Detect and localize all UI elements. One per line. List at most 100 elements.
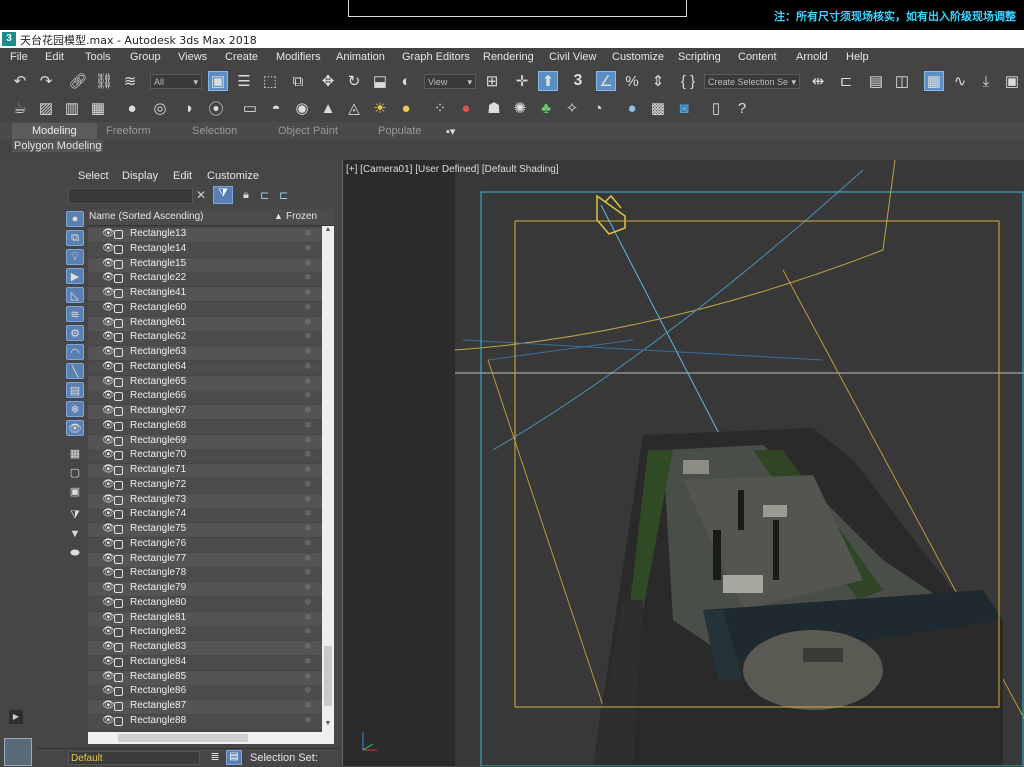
light-icon[interactable]: ● (122, 98, 142, 118)
list-item[interactable]: 👁︎ Rectangle70 ❄ (88, 449, 322, 464)
visibility-icon[interactable]: 👁︎ (102, 626, 115, 637)
visibility-icon[interactable]: 👁︎ (102, 597, 115, 608)
hscroll-thumb[interactable] (118, 734, 248, 742)
visibility-icon[interactable]: 👁︎ (102, 258, 115, 269)
visibility-icon[interactable]: 👁︎ (102, 287, 115, 298)
gauge-icon[interactable]: ◔ (588, 98, 608, 118)
tab-modeling[interactable]: Modeling (12, 123, 97, 139)
menu-arnold[interactable]: Arnold (796, 51, 828, 63)
menu-edit[interactable]: Edit (45, 51, 64, 63)
schematic-view-icon[interactable]: ⤓ (976, 71, 996, 91)
select-manipulate-icon[interactable]: ✛ (512, 71, 532, 91)
explorer-menu-edit[interactable]: Edit (173, 170, 192, 182)
visibility-icon[interactable]: 👁︎ (102, 228, 115, 239)
viewport-layout-icon[interactable] (4, 738, 32, 766)
hdr-icon[interactable]: ✧ (562, 98, 582, 118)
list-item[interactable]: 👁︎ Rectangle41 ❄ (88, 287, 322, 301)
selection-set-toggle-icon[interactable]: ▤ (226, 750, 242, 765)
frozen-icon[interactable]: ❄ (304, 641, 312, 652)
app-icon[interactable]: 3 (2, 32, 16, 46)
visibility-icon[interactable]: 👁︎ (102, 612, 115, 623)
camera-icon[interactable]: ◎ (150, 98, 170, 118)
render-icon[interactable]: ◙ (674, 98, 694, 118)
visibility-icon[interactable]: 👁︎ (102, 715, 115, 726)
link-icon[interactable]: 🔗︎ (68, 71, 88, 91)
frozen-icon[interactable]: ❄ (304, 243, 312, 254)
lock-icon[interactable]: 🔒︎ (243, 189, 249, 202)
visibility-icon[interactable]: 👁︎ (102, 435, 115, 446)
list-item[interactable]: 👁︎ Rectangle68 ❄ (88, 419, 322, 434)
visibility-icon[interactable]: 👁︎ (102, 685, 115, 696)
frozen-icon[interactable]: ❄ (304, 464, 312, 475)
explorer-menu-select[interactable]: Select (78, 170, 109, 182)
move-icon[interactable]: ✥ (318, 71, 338, 91)
reference-coord-dropdown[interactable]: View (424, 74, 476, 90)
curve-editor-icon[interactable]: ∿ (950, 71, 970, 91)
clear-search-icon[interactable]: ✕ (196, 188, 206, 202)
list-item[interactable]: 👁︎ Rectangle82 ❄ (88, 626, 322, 641)
visibility-icon[interactable]: 👁︎ (102, 405, 115, 416)
toggle-ribbon-icon[interactable]: ▦ (924, 71, 944, 91)
menu-modifiers[interactable]: Modifiers (276, 51, 321, 63)
list-item[interactable]: 👁︎ Rectangle14 ❄ (88, 242, 322, 257)
scroll-thumb[interactable] (324, 646, 332, 706)
display-bones-icon[interactable]: ╲ (66, 363, 84, 379)
list-item[interactable]: 👁︎ Rectangle61 ❄ (88, 316, 322, 331)
select-object-icon[interactable]: ▣ (208, 71, 228, 91)
frozen-icon[interactable]: ❄ (304, 272, 312, 283)
display-shapes-icon[interactable]: ⧉ (66, 230, 84, 246)
particle-icon[interactable]: ⁘ (430, 98, 450, 118)
menu-file[interactable]: File (10, 51, 28, 63)
frozen-icon[interactable]: ❄ (304, 302, 312, 313)
scene-explorer-icon[interactable]: ▤ (866, 71, 886, 91)
material-editor-icon[interactable]: ▣ (1002, 71, 1022, 91)
visibility-icon[interactable]: 👁︎ (102, 376, 115, 387)
scroll-up-icon[interactable]: ▲ (322, 226, 334, 233)
hierarchy-expand-icon[interactable]: ⊏ (279, 189, 288, 202)
frozen-icon[interactable]: ❄ (304, 626, 312, 637)
list-item[interactable]: 👁︎ Rectangle71 ❄ (88, 464, 322, 478)
list-item[interactable]: 👁︎ Rectangle87 ❄ (88, 700, 322, 714)
mirror-icon[interactable]: ⇹ (808, 71, 828, 91)
explorer-horizontal-scrollbar[interactable] (88, 732, 334, 744)
pivot-center-icon[interactable]: ⊞ (482, 71, 502, 91)
ribbon-options-icon[interactable]: ▪▾ (446, 125, 455, 138)
display-containers-icon[interactable]: ▤ (66, 382, 84, 398)
explorer-menu-customize[interactable]: Customize (207, 170, 259, 182)
display-cameras-icon[interactable]: ▶ (66, 268, 84, 284)
torus-icon[interactable]: ◉ (292, 98, 312, 118)
layer-explorer-icon[interactable]: ◫ (892, 71, 912, 91)
visibility-icon[interactable]: 👁︎ (102, 346, 115, 357)
frozen-icon[interactable]: ❄ (304, 435, 312, 446)
list-item[interactable]: 👁︎ Rectangle62 ❄ (88, 331, 322, 346)
list-item[interactable]: 👁︎ Rectangle22 ❄ (88, 272, 322, 287)
hierarchy-icon[interactable]: ⊏ (260, 189, 269, 202)
visibility-icon[interactable]: 👁︎ (102, 272, 115, 283)
list-item[interactable]: 👁︎ Rectangle86 ❄ (88, 685, 322, 700)
menu-tools[interactable]: Tools (85, 51, 111, 63)
compact-material-icon[interactable]: ▩ (648, 98, 668, 118)
visibility-icon[interactable]: 👁︎ (102, 567, 115, 578)
list-item[interactable]: 👁︎ Rectangle78 ❄ (88, 567, 322, 582)
menu-help[interactable]: Help (846, 51, 869, 63)
tab-object-paint[interactable]: Object Paint (278, 125, 338, 137)
selection-set-dropdown[interactable]: Create Selection Se (704, 74, 800, 90)
list-item[interactable]: 👁︎ Rectangle15 ❄ (88, 257, 322, 272)
display-hidden-icon[interactable]: 👁︎ (66, 420, 84, 436)
sun-icon[interactable]: ☀ (370, 98, 390, 118)
filter-selected-icon[interactable]: ⧩ (66, 507, 84, 523)
visibility-icon[interactable]: 👁︎ (102, 538, 115, 549)
unlink-icon[interactable]: ⛓︎ (94, 71, 114, 91)
display-space-warps-icon[interactable]: ≋ (66, 306, 84, 322)
frozen-icon[interactable]: ❄ (304, 508, 312, 519)
list-item[interactable]: 👁︎ Rectangle73 ❄ (88, 493, 322, 508)
expand-arrow-icon[interactable]: ▶ (9, 710, 23, 724)
visibility-icon[interactable]: 👁︎ (102, 331, 115, 342)
scroll-down-icon[interactable]: ▼ (322, 720, 334, 727)
visibility-icon[interactable]: 👁︎ (102, 449, 115, 460)
camera-viewport[interactable]: [+] [Camera01] [User Defined] [Default S… (342, 160, 1024, 766)
list-item[interactable]: 👁︎ Rectangle72 ❄ (88, 478, 322, 493)
visibility-icon[interactable]: 👁︎ (102, 420, 115, 431)
frozen-icon[interactable]: ❄ (304, 390, 312, 401)
menu-group[interactable]: Group (130, 51, 161, 63)
